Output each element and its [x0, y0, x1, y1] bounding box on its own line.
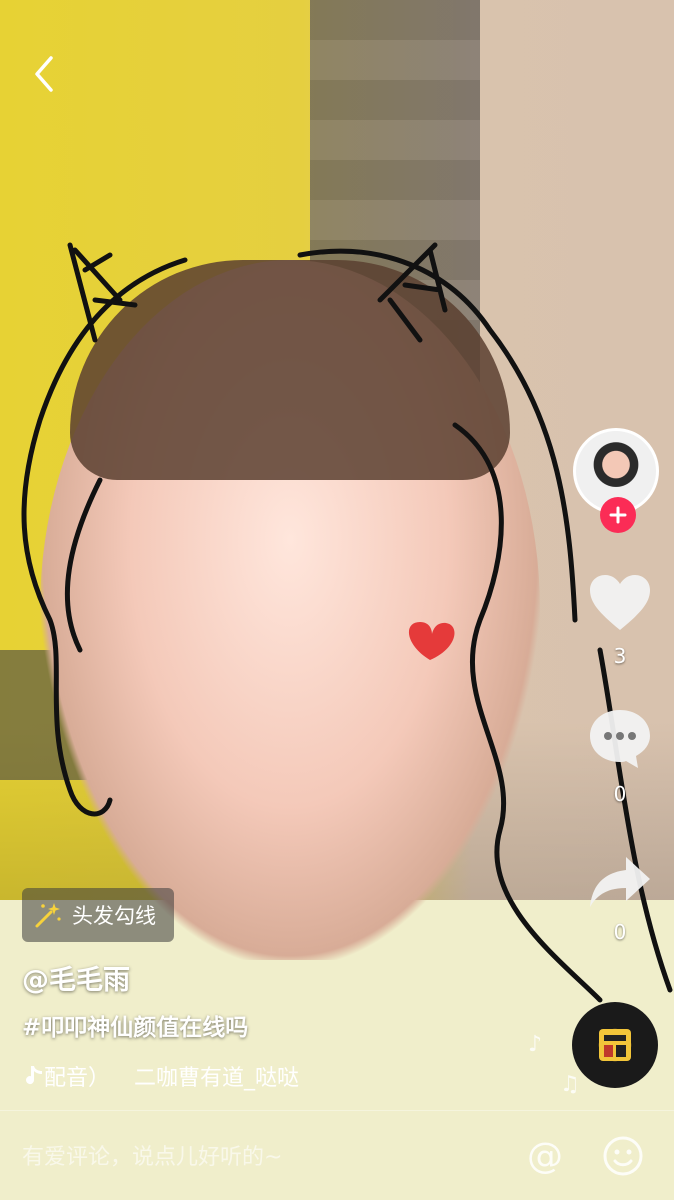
mention-button[interactable]: @	[524, 1135, 566, 1177]
post-caption[interactable]: #叩叩神仙颜值在线吗	[22, 1008, 248, 1042]
music-disc-button[interactable]	[572, 1002, 658, 1088]
at-icon: @	[527, 1135, 563, 1177]
like-button[interactable]	[585, 572, 655, 634]
effect-label: 头发勾线	[72, 904, 156, 928]
floating-note-icon: ♪	[528, 1032, 543, 1057]
music-cover-icon	[599, 1029, 631, 1061]
plus-icon	[609, 506, 627, 524]
effect-tag[interactable]: 头发勾线	[22, 888, 174, 942]
comment-bar: @	[0, 1111, 674, 1200]
comment-button[interactable]	[585, 708, 655, 770]
back-button[interactable]	[22, 52, 66, 96]
music-title-part: 配音）	[44, 1066, 111, 1091]
like-count: 3	[613, 644, 627, 668]
smiley-face-icon	[603, 1136, 643, 1176]
music-ticker[interactable]: 配音） 二咖曹有道_哒哒	[22, 1058, 382, 1094]
comment-bubble-icon	[590, 710, 650, 768]
chevron-left-icon	[35, 56, 53, 92]
share-arrow-icon	[590, 857, 650, 907]
share-count: 0	[613, 920, 627, 944]
share-button[interactable]	[585, 850, 655, 912]
heart-icon	[590, 575, 650, 630]
emoji-button[interactable]	[602, 1135, 644, 1177]
follow-button[interactable]	[600, 497, 636, 533]
author-name[interactable]: @毛毛雨	[22, 958, 130, 997]
magic-wand-icon	[35, 903, 61, 928]
music-title-part: 二咖曹有道_哒哒	[134, 1066, 300, 1091]
comment-input[interactable]	[20, 1133, 504, 1181]
comment-count: 0	[613, 782, 627, 806]
floating-note-icon: ♫	[560, 1072, 580, 1097]
music-note-icon	[26, 1066, 42, 1085]
